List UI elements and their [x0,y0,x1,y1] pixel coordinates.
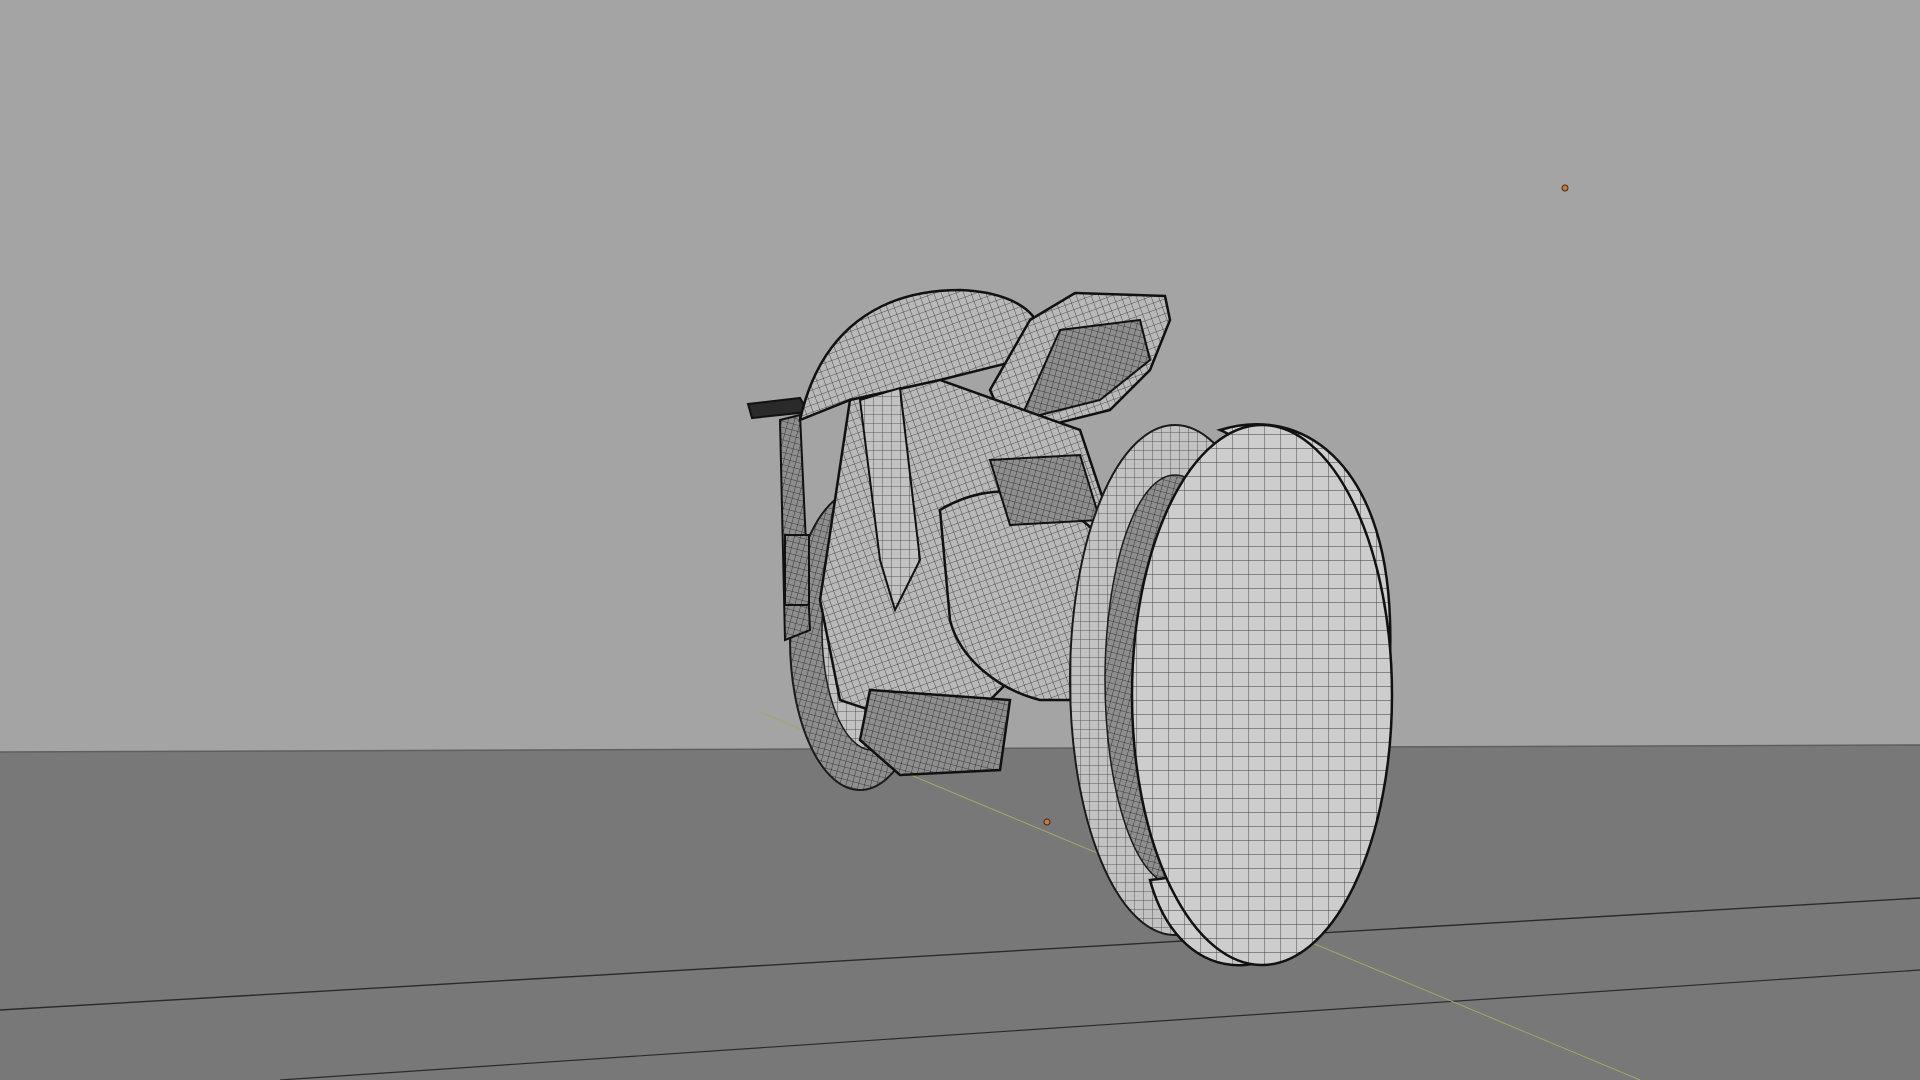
3d-viewport[interactable] [0,0,1920,1080]
light-point-icon[interactable] [1043,818,1051,826]
license-plate [784,534,810,606]
viewport-canvas[interactable] [0,0,1920,1080]
rear-wheel[interactable] [1069,422,1394,967]
light-point-icon[interactable] [1561,184,1569,192]
